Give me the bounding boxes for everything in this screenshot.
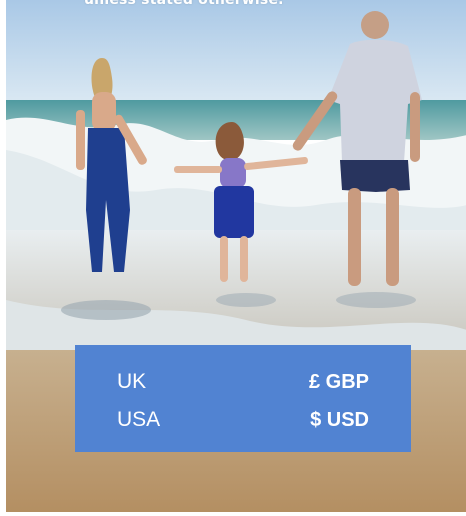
currency-value: $ USD: [310, 408, 369, 431]
currency-row-usa: USA $ USD: [117, 401, 369, 439]
hero-image-frame: unless stated otherwise. UK £ GBP USA $ …: [6, 0, 466, 512]
currency-panel: UK £ GBP USA $ USD: [75, 345, 411, 452]
country-label: USA: [117, 408, 161, 431]
caption-text: unless stated otherwise.: [84, 0, 284, 8]
currency-value: £ GBP: [308, 370, 369, 393]
country-label: UK: [117, 370, 147, 393]
currency-row-uk: UK £ GBP: [117, 363, 369, 401]
